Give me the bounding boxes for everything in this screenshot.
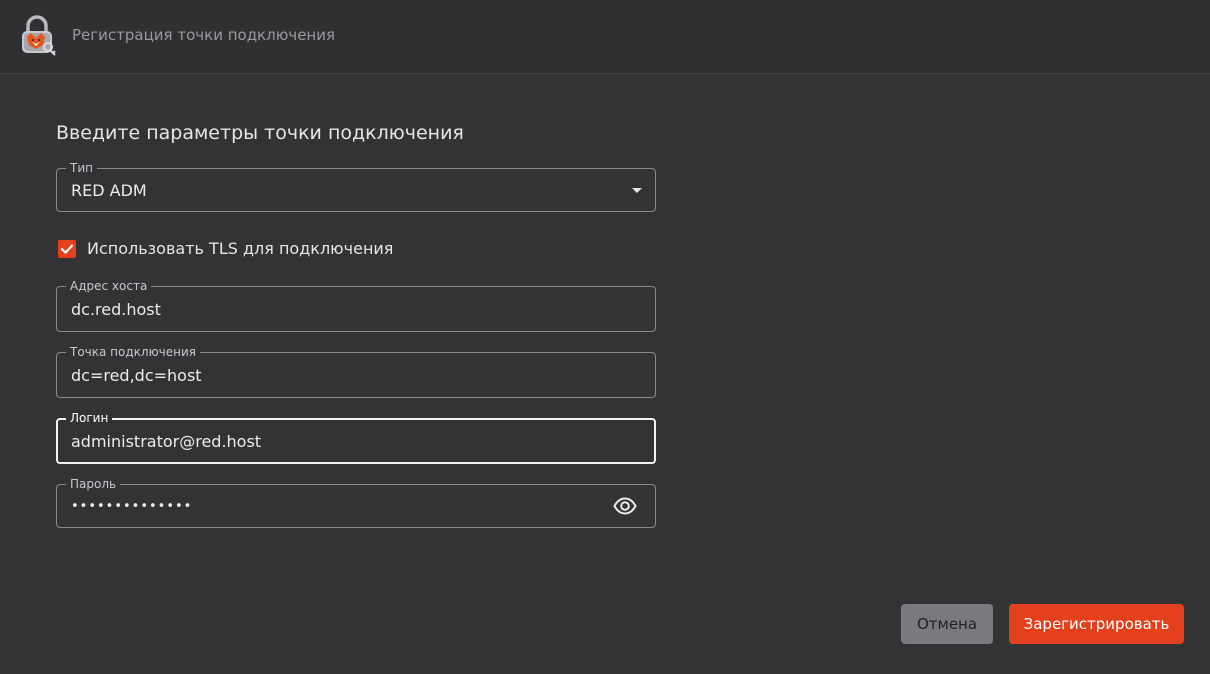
form-title: Введите параметры точки подключения [56, 122, 464, 144]
password-value[interactable]: •••••••••••••• [71, 497, 192, 517]
login-label: Логин [66, 411, 113, 425]
endpoint-value[interactable]: dc=red,dc=host [71, 366, 202, 386]
register-button[interactable]: Зарегистрировать [1009, 604, 1184, 644]
login-value[interactable]: administrator@red.host [71, 432, 261, 452]
type-label: Тип [66, 161, 97, 175]
checkmark-icon [60, 244, 74, 254]
eye-icon[interactable] [613, 496, 637, 516]
tls-checkbox[interactable] [58, 240, 76, 258]
password-field[interactable]: Пароль •••••••••••••• [56, 477, 656, 528]
password-label: Пароль [66, 477, 121, 491]
host-value[interactable]: dc.red.host [71, 300, 161, 320]
cancel-button[interactable]: Отмена [901, 604, 993, 644]
caret-down-icon[interactable] [632, 188, 642, 193]
type-value: RED ADM [71, 181, 147, 200]
endpoint-label: Точка подключения [66, 345, 201, 359]
type-select[interactable]: Тип RED ADM [56, 161, 656, 212]
host-field[interactable]: Адрес хоста dc.red.host [56, 279, 656, 332]
window-title: Регистрация точки подключения [72, 26, 336, 44]
app-header: Регистрация точки подключения [0, 0, 1210, 74]
tls-checkbox-label: Использовать TLS для подключения [87, 239, 394, 258]
host-label: Адрес хоста [66, 279, 152, 293]
login-field[interactable]: Логин administrator@red.host [56, 411, 656, 464]
endpoint-field[interactable]: Точка подключения dc=red,dc=host [56, 345, 656, 398]
lock-fox-logo-icon [18, 13, 58, 57]
